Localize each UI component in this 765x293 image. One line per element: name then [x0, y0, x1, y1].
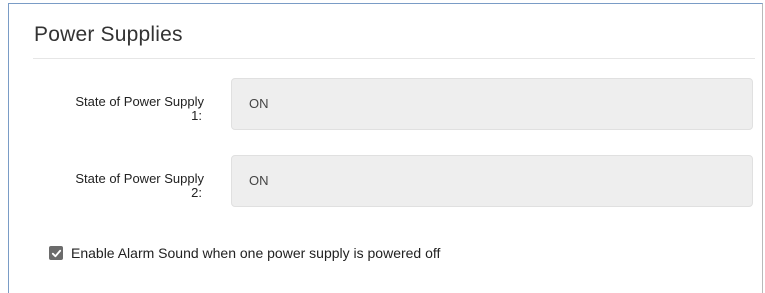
checkmark-icon — [51, 249, 61, 257]
alarm-sound-option[interactable]: Enable Alarm Sound when one power supply… — [49, 245, 440, 261]
title-divider — [33, 58, 755, 59]
power-supplies-panel: Power Supplies State of Power Supply 1: … — [8, 3, 763, 293]
power-supply-2-label-line1: State of Power Supply — [75, 171, 204, 186]
power-supply-1-state-value: ON — [249, 96, 269, 111]
power-supply-2-label-line2: 2: — [191, 185, 202, 200]
alarm-sound-checkbox[interactable] — [49, 246, 63, 260]
power-supply-2-state-field: ON — [231, 155, 753, 207]
alarm-sound-label[interactable]: Enable Alarm Sound when one power supply… — [71, 245, 440, 261]
power-supply-1-state-field: ON — [231, 78, 753, 130]
power-supply-1-label: State of Power Supply 1: — [9, 95, 204, 123]
power-supply-2-state-value: ON — [249, 173, 269, 188]
power-supply-1-label-line2: 1: — [191, 108, 202, 123]
panel-title: Power Supplies — [34, 23, 183, 46]
power-supply-2-label: State of Power Supply 2: — [9, 172, 204, 200]
power-supply-1-label-line1: State of Power Supply — [75, 94, 204, 109]
